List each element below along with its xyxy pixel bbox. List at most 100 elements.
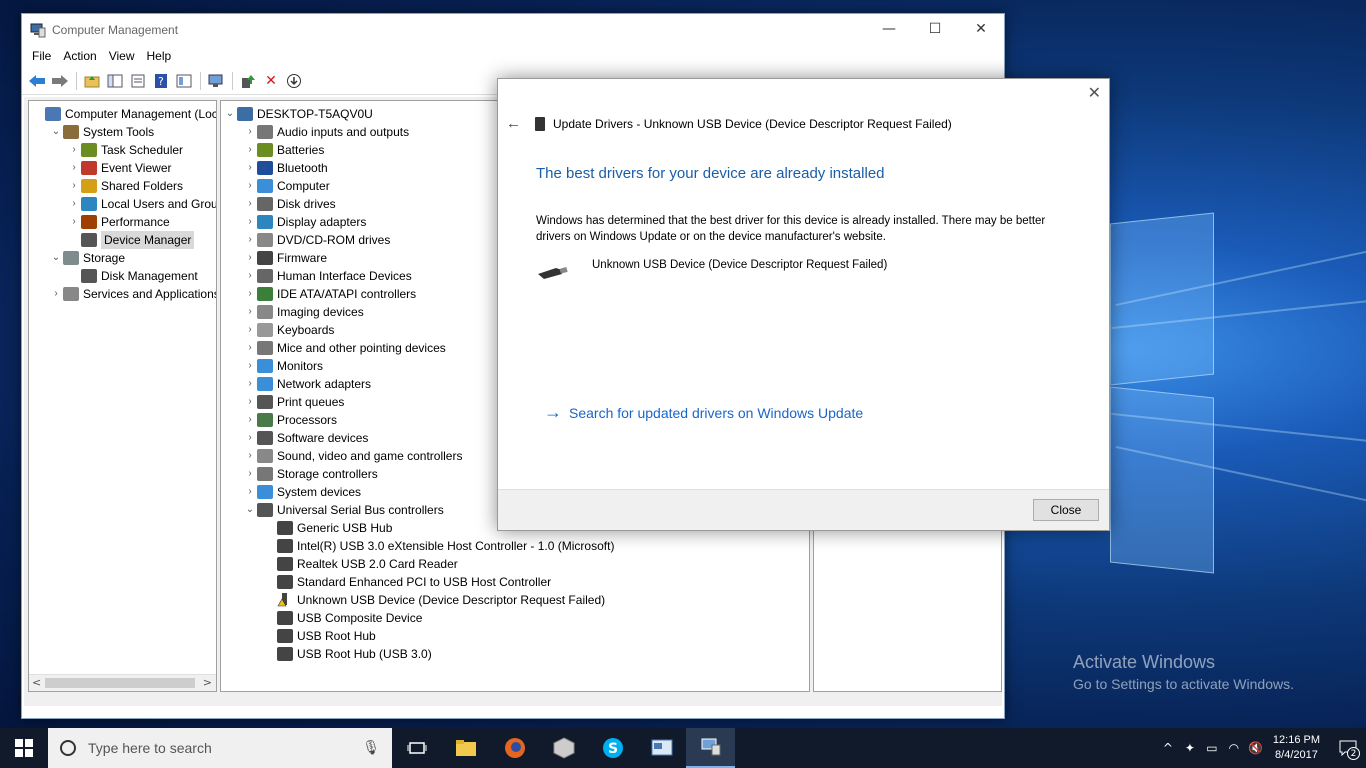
disable-device-icon[interactable] <box>283 70 305 92</box>
chevron-right-icon[interactable]: › <box>67 159 81 177</box>
console-tree-item[interactable]: Device Manager <box>67 231 195 249</box>
properties-icon[interactable] <box>127 70 149 92</box>
minimize-button[interactable]: — <box>866 14 912 44</box>
usb-device-item[interactable]: Intel(R) USB 3.0 eXtensible Host Control… <box>263 537 614 555</box>
console-tree-item[interactable]: Computer Management (Local <box>31 105 216 123</box>
forward-arrow-icon[interactable] <box>49 70 71 92</box>
scrollbar-thumb[interactable] <box>45 678 195 688</box>
chevron-right-icon[interactable]: › <box>243 321 257 339</box>
chevron-right-icon[interactable]: › <box>243 393 257 411</box>
chevron-right-icon[interactable]: › <box>243 357 257 375</box>
chevron-right-icon[interactable]: › <box>243 483 257 501</box>
chevron-right-icon[interactable]: › <box>49 285 63 303</box>
device-category[interactable]: › Audio inputs and outputs <box>243 123 409 141</box>
up-folder-icon[interactable] <box>81 70 103 92</box>
control-panel-icon[interactable] <box>637 728 686 768</box>
chevron-down-icon[interactable]: ⌄ <box>223 105 237 123</box>
virtualbox-icon[interactable] <box>539 728 588 768</box>
close-button[interactable]: ✕ <box>958 14 1004 44</box>
chevron-right-icon[interactable]: › <box>243 429 257 447</box>
console-tree-item[interactable]: › Performance <box>67 213 170 231</box>
console-tree-item[interactable]: ⌄ System Tools <box>49 123 154 141</box>
device-category[interactable]: › Processors <box>243 411 337 429</box>
usb-device-item[interactable]: Generic USB Hub <box>263 519 392 537</box>
chevron-right-icon[interactable]: › <box>243 303 257 321</box>
console-tree-item[interactable]: › Services and Applications <box>49 285 216 303</box>
computer-management-taskbar-icon[interactable] <box>686 728 735 768</box>
device-category[interactable]: › Mice and other pointing devices <box>243 339 446 357</box>
wifi-icon[interactable]: ◠ <box>1223 741 1245 755</box>
device-category[interactable]: › Keyboards <box>243 321 334 339</box>
device-category[interactable]: › Firmware <box>243 249 327 267</box>
show-hide-console-tree-icon[interactable] <box>104 70 126 92</box>
chevron-right-icon[interactable]: › <box>67 141 81 159</box>
chevron-right-icon[interactable]: › <box>243 249 257 267</box>
device-category[interactable]: › Bluetooth <box>243 159 328 177</box>
help-icon[interactable]: ? <box>150 70 172 92</box>
uninstall-device-icon[interactable]: ✕ <box>260 70 282 92</box>
microphone-icon[interactable]: 🎙 <box>362 740 380 756</box>
file-explorer-icon[interactable] <box>441 728 490 768</box>
chevron-down-icon[interactable]: ⌄ <box>49 249 63 267</box>
action-center-icon[interactable]: 2 <box>1330 728 1366 768</box>
console-tree-item[interactable]: › Shared Folders <box>67 177 183 195</box>
chevron-right-icon[interactable]: › <box>243 213 257 231</box>
close-dialog-button[interactable]: Close <box>1033 499 1099 521</box>
show-hidden-icons-chevron-icon[interactable]: ^ <box>1157 741 1179 755</box>
console-tree-item[interactable]: ⌄ Storage <box>49 249 125 267</box>
device-tree-root[interactable]: ⌄ DESKTOP-T5AQV0U <box>223 105 373 123</box>
device-category[interactable]: › Imaging devices <box>243 303 364 321</box>
windows-update-link-text[interactable]: Search for updated drivers on Windows Up… <box>569 405 863 421</box>
device-category[interactable]: › Print queues <box>243 393 344 411</box>
console-tree-item[interactable]: Disk Management <box>67 267 198 285</box>
device-category[interactable]: › Network adapters <box>243 375 371 393</box>
firefox-icon[interactable] <box>490 728 539 768</box>
device-category[interactable]: › Batteries <box>243 141 324 159</box>
update-driver-icon[interactable] <box>237 70 259 92</box>
chevron-right-icon[interactable]: › <box>243 339 257 357</box>
chevron-right-icon[interactable]: › <box>67 195 81 213</box>
chevron-right-icon[interactable]: › <box>67 177 81 195</box>
chevron-right-icon[interactable]: › <box>243 159 257 177</box>
horizontal-scrollbar[interactable]: < > <box>29 674 216 691</box>
volume-muted-icon[interactable]: 🔇 <box>1245 741 1267 755</box>
console-tree-item[interactable]: › Local Users and Groups <box>67 195 216 213</box>
console-tree-item[interactable]: › Task Scheduler <box>67 141 183 159</box>
device-category[interactable]: › Disk drives <box>243 195 336 213</box>
console-tree-item[interactable]: › Event Viewer <box>67 159 171 177</box>
back-arrow-icon[interactable]: ← <box>506 115 521 132</box>
device-category[interactable]: › Storage controllers <box>243 465 378 483</box>
clock[interactable]: 12:16 PM 8/4/2017 <box>1273 733 1320 763</box>
chevron-right-icon[interactable]: › <box>243 447 257 465</box>
usb-device-item[interactable]: USB Root Hub <box>263 627 376 645</box>
device-category[interactable]: › System devices <box>243 483 361 501</box>
start-button[interactable] <box>0 728 48 768</box>
device-category[interactable]: › IDE ATA/ATAPI controllers <box>243 285 416 303</box>
scan-hardware-icon[interactable] <box>205 70 227 92</box>
taskbar-search-box[interactable]: Type here to search 🎙 <box>48 728 392 768</box>
usb-device-item[interactable]: Unknown USB Device (Device Descriptor Re… <box>263 591 605 609</box>
usb-device-item[interactable]: USB Composite Device <box>263 609 422 627</box>
chevron-right-icon[interactable]: › <box>243 195 257 213</box>
chevron-right-icon[interactable]: › <box>243 123 257 141</box>
maximize-button[interactable]: ☐ <box>912 14 958 44</box>
battery-icon[interactable]: ▭ <box>1201 741 1223 755</box>
device-category[interactable]: › Sound, video and game controllers <box>243 447 462 465</box>
chevron-right-icon[interactable]: › <box>243 267 257 285</box>
skype-icon[interactable]: S <box>588 728 637 768</box>
chevron-down-icon[interactable]: ⌄ <box>243 501 257 519</box>
chevron-right-icon[interactable]: › <box>67 213 81 231</box>
chevron-right-icon[interactable]: › <box>243 177 257 195</box>
chevron-right-icon[interactable]: › <box>243 465 257 483</box>
windows-update-link[interactable]: → Search for updated drivers on Windows … <box>544 402 863 423</box>
title-bar[interactable]: Computer Management — ☐ ✕ <box>22 14 1004 45</box>
menu-view[interactable]: View <box>103 49 141 63</box>
device-category[interactable]: ⌄ Universal Serial Bus controllers <box>243 501 444 519</box>
chevron-down-icon[interactable]: ⌄ <box>49 123 63 141</box>
dropbox-icon[interactable]: ✦ <box>1179 741 1201 755</box>
menu-action[interactable]: Action <box>57 49 102 63</box>
view-icon[interactable] <box>173 70 195 92</box>
usb-device-item[interactable]: Realtek USB 2.0 Card Reader <box>263 555 458 573</box>
chevron-right-icon[interactable]: › <box>243 375 257 393</box>
device-category[interactable]: › Display adapters <box>243 213 366 231</box>
